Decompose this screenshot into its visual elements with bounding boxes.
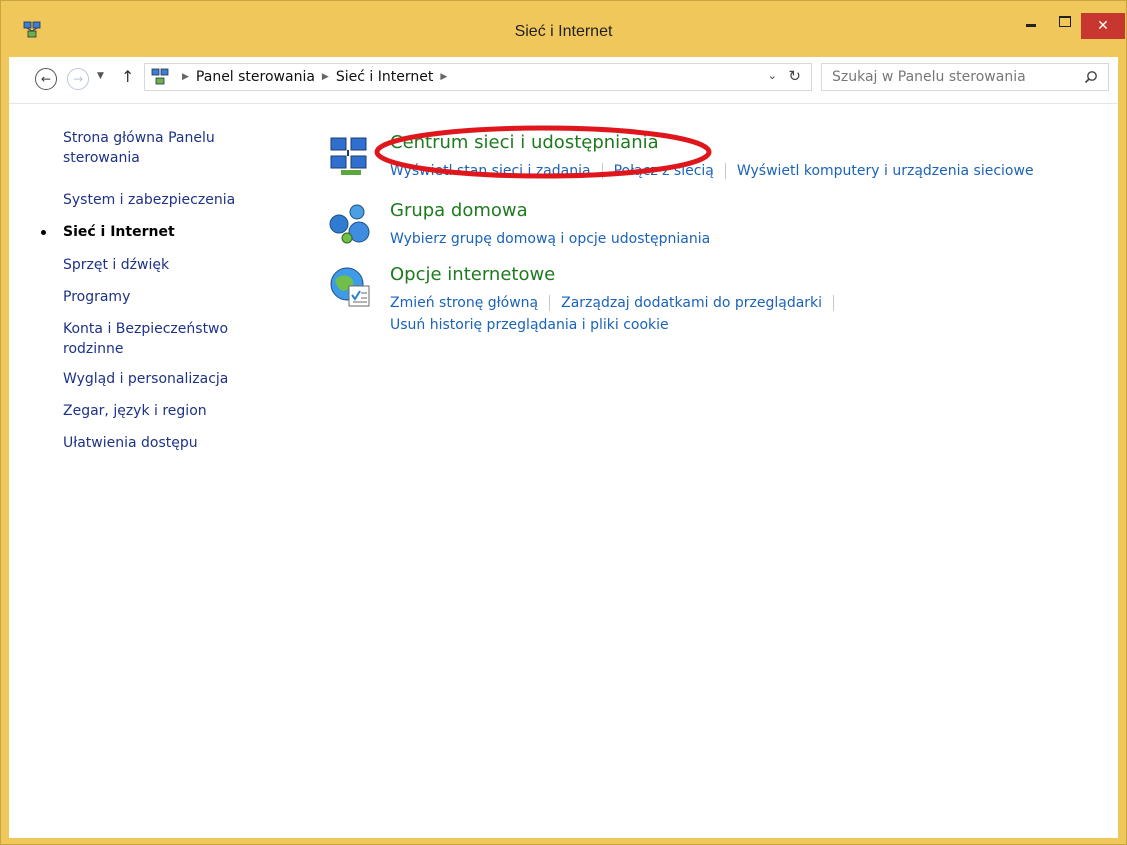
sidebar-item-clock-region[interactable]: Zegar, język i region [63, 401, 263, 421]
link-homegroup-options[interactable]: Wybierz grupę domową i opcje udostępnian… [390, 231, 710, 247]
sidebar-item-home[interactable]: Strona główna Panelu sterowania [63, 128, 263, 168]
breadcrumb-separator-icon[interactable]: ▶ [440, 72, 447, 82]
sidebar-item-label: Sieć i Internet [63, 224, 175, 240]
minimize-button[interactable] [1013, 7, 1049, 35]
address-bar[interactable]: ▶ Panel sterowania ▶ Sieć i Internet ▶ ⌄… [144, 63, 812, 91]
maximize-button[interactable] [1047, 7, 1083, 35]
homegroup-icon [329, 204, 370, 244]
breadcrumb-item-panel[interactable]: Panel sterowania [196, 69, 315, 85]
annotation-ellipse [374, 125, 712, 179]
link-separator [549, 295, 551, 311]
search-placeholder: Szukaj w Panelu sterowania [832, 69, 1026, 85]
sidebar-item-programs[interactable]: Programy [63, 287, 263, 307]
category-title[interactable]: Opcje internetowe [390, 264, 555, 285]
sidebar-item-network[interactable]: Sieć i Internet [41, 222, 263, 242]
link-separator [724, 163, 726, 179]
content-area: Strona główna Panelu sterowania System i… [9, 104, 1118, 838]
navigation-bar: ← → ▼ ↑ ▶ Panel sterowania ▶ Sieć i Inte… [9, 57, 1118, 104]
internet-options-icon [330, 267, 370, 307]
close-button[interactable]: ✕ [1081, 13, 1125, 39]
link-change-home-page[interactable]: Zmień stronę główną [390, 295, 538, 311]
breadcrumb-item-network[interactable]: Sieć i Internet [336, 69, 433, 85]
category-links: Wybierz grupę domową i opcje udostępnian… [390, 228, 710, 250]
forward-button[interactable]: → [67, 68, 89, 90]
control-panel-icon [151, 68, 169, 85]
link-manage-addons[interactable]: Zarządzaj dodatkami do przeglądarki [561, 295, 822, 311]
up-button[interactable]: ↑ [121, 67, 134, 86]
link-view-network-devices[interactable]: Wyświetl komputery i urządzenia sieciowe [737, 163, 1034, 179]
active-bullet-icon [41, 230, 46, 235]
breadcrumb-separator-icon[interactable]: ▶ [182, 72, 189, 82]
link-delete-history[interactable]: Usuń historię przeglądania i pliki cooki… [390, 317, 669, 333]
window: Sieć i Internet ✕ ← → ▼ ↑ ▶ Panel sterow… [0, 0, 1127, 845]
recent-locations-chevron-icon[interactable]: ▼ [97, 71, 104, 81]
sidebar-item-accounts[interactable]: Konta i Bezpieczeństwo rodzinne [63, 319, 248, 359]
sidebar-item-hardware-sound[interactable]: Sprzęt i dźwięk [63, 255, 263, 275]
address-dropdown-icon[interactable]: ⌄ [768, 69, 777, 82]
search-icon[interactable] [1084, 70, 1098, 84]
back-button[interactable]: ← [35, 68, 57, 90]
search-input[interactable]: Szukaj w Panelu sterowania [821, 63, 1109, 91]
refresh-icon[interactable]: ↻ [788, 67, 801, 85]
category-title[interactable]: Grupa domowa [390, 200, 528, 221]
breadcrumb-separator-icon[interactable]: ▶ [322, 72, 329, 82]
link-separator [833, 295, 835, 311]
sidebar-item-accessibility[interactable]: Ułatwienia dostępu [63, 433, 263, 453]
sidebar-item-system-security[interactable]: System i zabezpieczenia [63, 190, 263, 210]
title-bar[interactable]: Sieć i Internet ✕ [1, 1, 1126, 57]
network-center-icon [330, 137, 367, 175]
sidebar-item-appearance[interactable]: Wygląd i personalizacja [63, 369, 263, 389]
category-links: Zmień stronę główną Zarządzaj dodatkami d… [390, 292, 845, 336]
window-title: Sieć i Internet [514, 23, 613, 40]
